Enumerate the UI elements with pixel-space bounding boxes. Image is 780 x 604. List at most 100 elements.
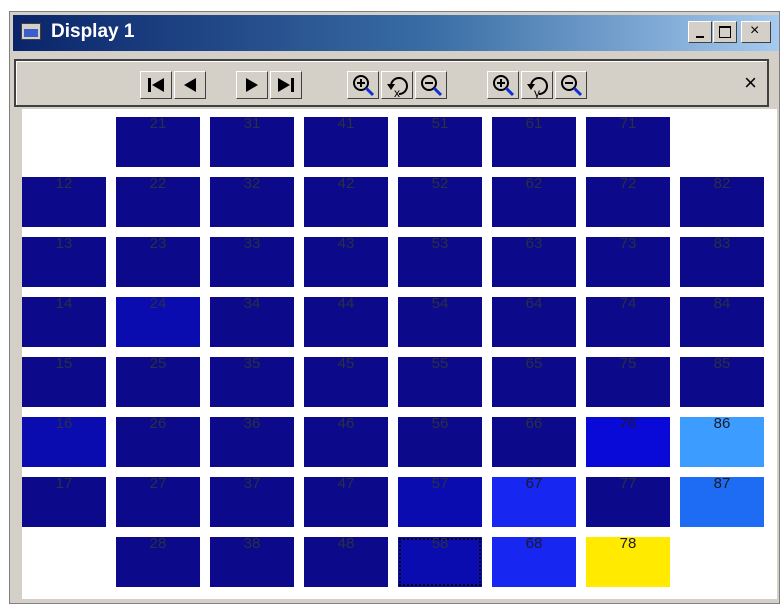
channel-cell-62[interactable]: 62 (492, 175, 576, 227)
title-bar[interactable]: Display 1 × (13, 15, 779, 51)
channel-cell-61[interactable]: 61 (492, 115, 576, 167)
channel-cell-56[interactable]: 56 (398, 415, 482, 467)
step-forward-icon (246, 78, 258, 92)
channel-label: 13 (55, 235, 73, 252)
channel-cell-45[interactable]: 45 (304, 355, 388, 407)
channel-label: 17 (55, 475, 73, 492)
channel-cell-28[interactable]: 28 (116, 535, 200, 587)
channel-cell-67[interactable]: 67 (492, 475, 576, 527)
channel-cell-76[interactable]: 76 (586, 415, 670, 467)
next-frame-button[interactable] (236, 71, 268, 99)
channel-cell-51[interactable]: 51 (398, 115, 482, 167)
channel-cell-68[interactable]: 68 (492, 535, 576, 587)
channel-cell-34[interactable]: 34 (210, 295, 294, 347)
channel-label: 76 (619, 415, 637, 432)
channel-cell-46[interactable]: 46 (304, 415, 388, 467)
channel-cell-75[interactable]: 75 (586, 355, 670, 407)
channel-cell-65[interactable]: 65 (492, 355, 576, 407)
zoom-in-y-button[interactable] (487, 71, 519, 99)
channel-cell-31[interactable]: 31 (210, 115, 294, 167)
channel-cell-12[interactable]: 12 (22, 175, 106, 227)
channel-cell-27[interactable]: 27 (116, 475, 200, 527)
channel-cell-84[interactable]: 84 (680, 295, 764, 347)
channel-cell-86[interactable]: 86 (680, 415, 764, 467)
channel-cell-41[interactable]: 41 (304, 115, 388, 167)
channel-label: 48 (337, 535, 355, 552)
channel-label: 16 (55, 415, 73, 432)
reset-zoom-y-button[interactable]: y (521, 71, 553, 99)
zoom-out-x-button[interactable] (415, 71, 447, 99)
channel-cell-47[interactable]: 47 (304, 475, 388, 527)
channel-cell-13[interactable]: 13 (22, 235, 106, 287)
channel-cell-58[interactable]: 58 (398, 535, 482, 587)
channel-cell-63[interactable]: 63 (492, 235, 576, 287)
window-icon (21, 23, 41, 40)
channel-cell-22[interactable]: 22 (116, 175, 200, 227)
channel-cell-77[interactable]: 77 (586, 475, 670, 527)
channel-cell-33[interactable]: 33 (210, 235, 294, 287)
channel-label: 28 (149, 535, 167, 552)
channel-grid: 21 31 41 51 61 71 12 22 32 42 52 62 72 82 13 23 33 43 53 63… (22, 109, 777, 599)
channel-label: 62 (525, 175, 543, 192)
channel-cell-16[interactable]: 16 (22, 415, 106, 467)
previous-frame-button[interactable] (174, 71, 206, 99)
maximize-button[interactable] (713, 21, 737, 43)
channel-cell-53[interactable]: 53 (398, 235, 482, 287)
channel-label: 34 (243, 295, 261, 312)
channel-label: 33 (243, 235, 261, 252)
channel-cell-43[interactable]: 43 (304, 235, 388, 287)
step-back-icon (184, 78, 196, 92)
channel-cell-52[interactable]: 52 (398, 175, 482, 227)
channel-cell-15[interactable]: 15 (22, 355, 106, 407)
last-frame-button[interactable] (270, 71, 302, 99)
channel-cell-24[interactable]: 24 (116, 295, 200, 347)
channel-label: 63 (525, 235, 543, 252)
window-title: Display 1 (51, 21, 135, 42)
channel-cell-85[interactable]: 85 (680, 355, 764, 407)
reset-zoom-x-button[interactable]: x (381, 71, 413, 99)
minimize-button[interactable] (688, 21, 712, 43)
window-close-button[interactable]: × (741, 21, 771, 43)
channel-cell-44[interactable]: 44 (304, 295, 388, 347)
toolbar-close-button[interactable]: × (744, 71, 757, 95)
channel-cell-23[interactable]: 23 (116, 235, 200, 287)
channel-cell-66[interactable]: 66 (492, 415, 576, 467)
channel-cell-32[interactable]: 32 (210, 175, 294, 227)
channel-cell-36[interactable]: 36 (210, 415, 294, 467)
channel-cell-42[interactable]: 42 (304, 175, 388, 227)
channel-cell-74[interactable]: 74 (586, 295, 670, 347)
channel-cell-35[interactable]: 35 (210, 355, 294, 407)
channel-cell-55[interactable]: 55 (398, 355, 482, 407)
channel-cell-72[interactable]: 72 (586, 175, 670, 227)
channel-cell-64[interactable]: 64 (492, 295, 576, 347)
channel-cell-87[interactable]: 87 (680, 475, 764, 527)
channel-cell-21[interactable]: 21 (116, 115, 200, 167)
channel-label: 56 (431, 415, 449, 432)
skip-to-end-icon (278, 78, 294, 92)
channel-label: 26 (149, 415, 167, 432)
zoom-out-y-button[interactable] (555, 71, 587, 99)
zoom-in-x-button[interactable] (347, 71, 379, 99)
channel-label: 68 (525, 535, 543, 552)
channel-label: 37 (243, 475, 261, 492)
channel-cell-57[interactable]: 57 (398, 475, 482, 527)
channel-cell-82[interactable]: 82 (680, 175, 764, 227)
channel-cell-25[interactable]: 25 (116, 355, 200, 407)
channel-cell-54[interactable]: 54 (398, 295, 482, 347)
channel-cell-17[interactable]: 17 (22, 475, 106, 527)
channel-cell-78[interactable]: 78 (586, 535, 670, 587)
channel-cell-14[interactable]: 14 (22, 295, 106, 347)
channel-cell-38[interactable]: 38 (210, 535, 294, 587)
channel-cell-71[interactable]: 71 (586, 115, 670, 167)
channel-label: 67 (525, 475, 543, 492)
channel-label: 27 (149, 475, 167, 492)
channel-cell-37[interactable]: 37 (210, 475, 294, 527)
channel-label: 32 (243, 175, 261, 192)
channel-cell-48[interactable]: 48 (304, 535, 388, 587)
channel-label: 12 (55, 175, 73, 192)
first-frame-button[interactable] (140, 71, 172, 99)
channel-cell-73[interactable]: 73 (586, 235, 670, 287)
channel-cell-26[interactable]: 26 (116, 415, 200, 467)
channel-label: 23 (149, 235, 167, 252)
channel-cell-83[interactable]: 83 (680, 235, 764, 287)
